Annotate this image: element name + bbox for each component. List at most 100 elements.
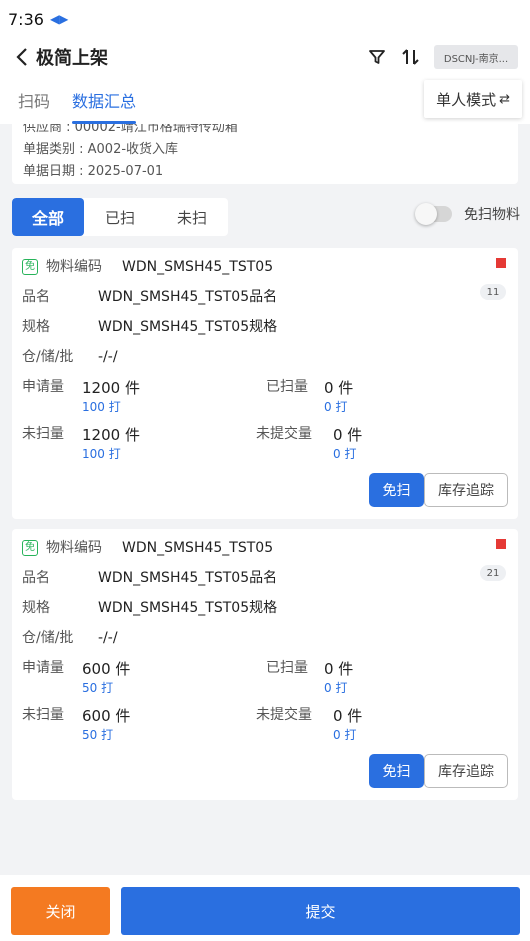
unscanned-label: 未扫量	[22, 707, 64, 723]
count-badge: 11	[480, 284, 506, 300]
unsubmitted-qty: 未提交量	[256, 423, 312, 443]
material-code-row: 免物料编码 WDN_SMSH45_TST05	[22, 256, 273, 276]
count-badge: 21	[480, 565, 506, 581]
applied-label: 申请量	[22, 660, 64, 676]
status-flag-icon	[496, 539, 506, 549]
spec-label: 规格	[22, 319, 50, 335]
applied-sub: 100 打	[82, 400, 121, 414]
material-name: WDN_SMSH45_TST05品名	[98, 289, 278, 305]
segment-scanned[interactable]: 已扫	[84, 198, 156, 236]
back-arrow-icon[interactable]	[12, 45, 32, 69]
unsubmitted-sub: 0 打	[333, 728, 357, 742]
free-badge: 免	[22, 540, 38, 556]
name-row: 品名 WDN_SMSH45_TST05品名	[22, 567, 277, 587]
sort-icon[interactable]	[396, 43, 426, 71]
scan-filter-segment: 全部 已扫 未扫	[12, 198, 228, 236]
material-code: WDN_SMSH45_TST05	[122, 540, 274, 556]
toggle-knob	[415, 203, 437, 225]
network-activity-icon: ◀▶	[49, 12, 69, 26]
material-spec: WDN_SMSH45_TST05规格	[98, 600, 278, 616]
tab-scan[interactable]: 扫码	[18, 88, 50, 124]
submit-button[interactable]: 提交	[121, 887, 520, 935]
filter-row: 全部 已扫 未扫 免扫物料	[0, 184, 530, 248]
free-badge: 免	[22, 259, 38, 275]
unsubmitted-sub: 0 打	[333, 447, 357, 461]
scanned-main: 0 件	[324, 379, 354, 397]
unsubmitted-qty: 未提交量	[256, 704, 312, 724]
warehouse-selector[interactable]: DSCNJ-南京...	[434, 45, 518, 69]
supplier-line: 供应商 : 00002-靖江市格瑞特传动箱	[23, 124, 238, 135]
applied-qty: 申请量	[22, 657, 64, 677]
doc-type-line: 单据类别 : A002-收货入库	[23, 142, 179, 157]
scanned-values: 0 件 0 打	[324, 377, 353, 415]
location-row: 仓/储/批 -/-/	[22, 346, 118, 366]
inventory-trace-button[interactable]: 库存追踪	[424, 754, 508, 788]
code-label: 物料编码	[46, 259, 102, 275]
tab-data-summary[interactable]: 数据汇总	[72, 88, 137, 124]
unscanned-values: 1200 件 100 打	[82, 424, 140, 462]
material-spec: WDN_SMSH45_TST05规格	[98, 319, 278, 335]
mode-label: 单人模式	[436, 90, 497, 109]
material-code-row: 免物料编码 WDN_SMSH45_TST05	[22, 537, 273, 557]
material-code: WDN_SMSH45_TST05	[122, 259, 274, 275]
applied-qty: 申请量	[22, 376, 64, 396]
applied-main: 1200 件	[82, 379, 140, 397]
applied-label: 申请量	[22, 379, 64, 395]
doc-date-line: 单据日期 : 2025-07-01	[23, 164, 164, 179]
skip-scan-button[interactable]: 免扫	[369, 754, 424, 788]
status-bar: 7:36 ◀▶	[0, 0, 530, 38]
tab-bar: 扫码 数据汇总 单人模式 ⇄	[0, 76, 530, 124]
applied-sub: 50 打	[82, 681, 114, 695]
scanned-values: 0 件 0 打	[324, 658, 353, 696]
skip-scan-button[interactable]: 免扫	[369, 473, 424, 507]
filter-icon[interactable]	[362, 43, 392, 71]
inventory-trace-button[interactable]: 库存追踪	[424, 473, 508, 507]
unscanned-main: 1200 件	[82, 426, 140, 444]
unscanned-qty: 未扫量	[22, 704, 64, 724]
scanned-label: 已扫量	[266, 379, 308, 395]
free-scan-label: 免扫物料	[464, 207, 520, 223]
unscanned-label: 未扫量	[22, 426, 64, 442]
spec-label: 规格	[22, 600, 50, 616]
unscanned-values: 600 件 50 打	[82, 705, 130, 743]
scanned-qty: 已扫量	[266, 376, 308, 396]
material-location: -/-/	[98, 349, 118, 365]
segment-all[interactable]: 全部	[12, 198, 84, 236]
unscanned-sub: 50 打	[82, 728, 114, 742]
material-location: -/-/	[98, 630, 118, 646]
footer-bar: 关闭 提交	[0, 875, 530, 941]
name-label: 品名	[22, 570, 50, 586]
spec-row: 规格 WDN_SMSH45_TST05规格	[22, 597, 277, 617]
unscanned-qty: 未扫量	[22, 423, 64, 443]
spec-row: 规格 WDN_SMSH45_TST05规格	[22, 316, 277, 336]
location-label: 仓/储/批	[22, 349, 74, 365]
material-card: 免物料编码 WDN_SMSH45_TST05 11 品名 WDN_SMSH45_TS…	[12, 248, 518, 519]
unsubmitted-label: 未提交量	[256, 707, 312, 723]
name-row: 品名 WDN_SMSH45_TST05品名	[22, 286, 277, 306]
document-info: 供应商 : 00002-靖江市格瑞特传动箱 单据类别 : A002-收货入库 单…	[12, 124, 518, 184]
scanned-main: 0 件	[324, 660, 354, 678]
free-scan-toggle[interactable]	[415, 203, 452, 225]
header-actions: DSCNJ-南京...	[362, 43, 518, 71]
applied-values: 1200 件 100 打	[82, 377, 140, 415]
scanned-sub: 0 打	[324, 681, 348, 695]
free-scan-toggle-group: 免扫物料	[415, 203, 520, 225]
unscanned-main: 600 件	[82, 707, 131, 725]
scanned-label: 已扫量	[266, 660, 308, 676]
page-title: 极简上架	[36, 48, 108, 69]
unsubmitted-main: 0 件	[333, 707, 363, 725]
close-button[interactable]: 关闭	[11, 887, 110, 935]
material-name: WDN_SMSH45_TST05品名	[98, 570, 278, 586]
location-label: 仓/储/批	[22, 630, 74, 646]
material-card: 免物料编码 WDN_SMSH45_TST05 21 品名 WDN_SMSH45_TS…	[12, 529, 518, 800]
unsubmitted-label: 未提交量	[256, 426, 312, 442]
unsubmitted-values: 0 件 0 打	[333, 705, 362, 743]
single-mode-button[interactable]: 单人模式 ⇄	[424, 80, 522, 118]
segment-unscanned[interactable]: 未扫	[156, 198, 228, 236]
name-label: 品名	[22, 289, 50, 305]
status-flag-icon	[496, 258, 506, 268]
swap-icon: ⇄	[499, 91, 510, 107]
unscanned-sub: 100 打	[82, 447, 121, 461]
code-label: 物料编码	[46, 540, 102, 556]
app-header: 极简上架 DSCNJ-南京...	[0, 38, 530, 76]
